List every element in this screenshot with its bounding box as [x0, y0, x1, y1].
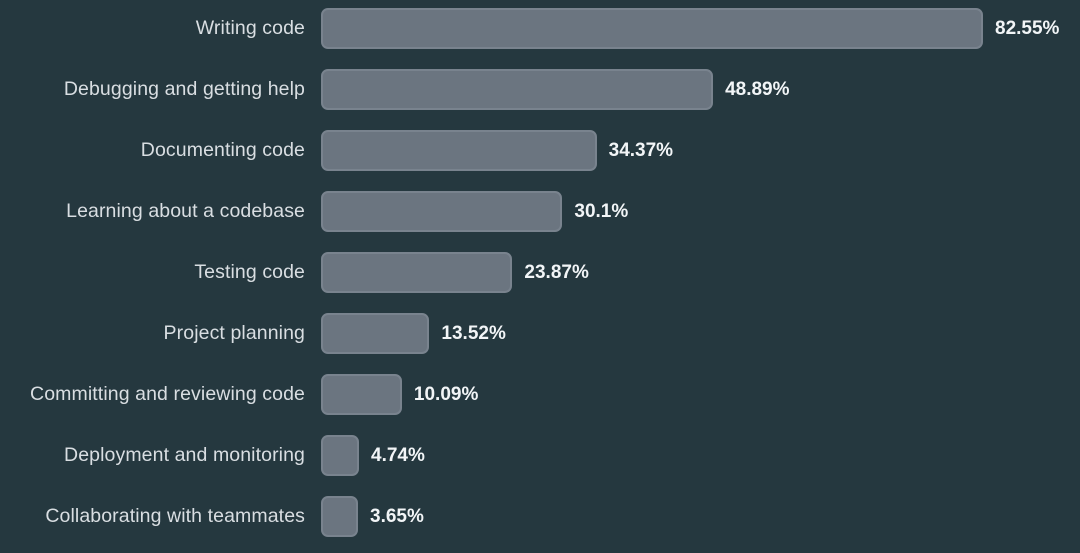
bar — [321, 191, 563, 232]
bar-value-label: 13.52% — [441, 323, 506, 344]
bar-category-label: Testing code — [194, 260, 305, 283]
bar-category-label: Documenting code — [140, 138, 305, 161]
bar-value-label: 82.55% — [995, 18, 1060, 39]
bar-category-label: Debugging and getting help — [63, 77, 305, 100]
bar-category-label: Writing code — [195, 16, 305, 39]
bar-value-label: 34.37% — [608, 140, 674, 161]
bar — [321, 374, 402, 415]
bar-row: Collaborating with teammates 3.65% — [0, 486, 1080, 547]
bar-track: 82.55% — [321, 8, 1080, 49]
bar-value-label: 30.1% — [574, 201, 629, 222]
bar — [321, 313, 430, 354]
bar-row: Learning about a codebase 30.1% — [0, 181, 1080, 242]
bar-track: 13.52% — [321, 313, 1080, 354]
bar-category-label: Learning about a codebase — [66, 199, 305, 222]
bar — [321, 130, 597, 171]
bar-category-label: Committing and reviewing code — [30, 382, 305, 405]
bar-row: Debugging and getting help 48.89% — [0, 59, 1080, 120]
bar-track: 48.89% — [321, 69, 1080, 110]
bar-row: Committing and reviewing code 10.09% — [0, 364, 1080, 425]
bar-value-label: 48.89% — [725, 79, 790, 100]
bar — [321, 252, 513, 293]
bar-category-label: Deployment and monitoring — [64, 443, 305, 466]
horizontal-bar-chart: Writing code 82.55% Debugging and getting … — [0, 0, 1080, 553]
bar-row: Project planning 13.52% — [0, 303, 1080, 364]
bar — [321, 496, 358, 537]
bar-value-label: 4.74% — [371, 445, 425, 466]
bar-track: 3.65% — [321, 496, 1080, 537]
bar-track: 10.09% — [321, 374, 1080, 415]
bar-category-label: Collaborating with teammates — [45, 504, 305, 527]
bar-track: 23.87% — [321, 252, 1080, 293]
bar-track: 34.37% — [321, 130, 1080, 171]
bar-track: 30.1% — [321, 191, 1080, 232]
bar — [321, 69, 714, 110]
bar-value-label: 3.65% — [370, 506, 424, 527]
bar-row: Writing code 82.55% — [0, 0, 1080, 59]
bar-row: Documenting code 34.37% — [0, 120, 1080, 181]
bar — [321, 435, 359, 476]
bar-category-label: Project planning — [163, 321, 305, 344]
bar-track: 4.74% — [321, 435, 1080, 476]
bar — [321, 8, 983, 49]
bar-row: Testing code 23.87% — [0, 242, 1080, 303]
bar-row: Deployment and monitoring 4.74% — [0, 425, 1080, 486]
bar-value-label: 23.87% — [524, 262, 589, 283]
bar-value-label: 10.09% — [413, 384, 479, 405]
